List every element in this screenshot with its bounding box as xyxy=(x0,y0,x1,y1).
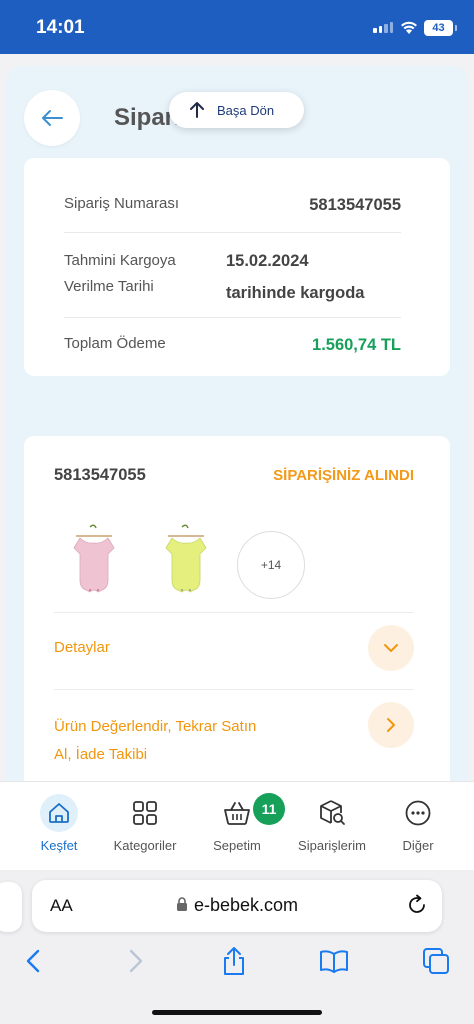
tabs-icon xyxy=(423,948,449,974)
nav-label: Kategoriler xyxy=(113,838,177,853)
divider xyxy=(64,317,401,318)
total-payment-value: 1.560,74 TL xyxy=(312,336,401,354)
package-search-icon xyxy=(313,794,351,832)
details-expand-button[interactable] xyxy=(368,625,414,671)
order-number-value: 5813547055 xyxy=(309,196,401,214)
divider xyxy=(54,612,414,613)
nav-item-kesfet[interactable]: Keşfet xyxy=(14,782,104,871)
nav-item-siparislerim[interactable]: Siparişlerim xyxy=(287,782,377,871)
order-summary-card: Sipariş Numarası 5813547055 Tahmini Karg… xyxy=(24,158,450,376)
nav-item-kategoriler[interactable]: Kategoriler xyxy=(100,782,190,871)
chevron-left-icon xyxy=(26,949,40,973)
nav-label: Sepetim xyxy=(213,838,261,853)
more-products-button[interactable]: +14 xyxy=(237,531,305,599)
share-button[interactable] xyxy=(219,946,249,976)
url-display[interactable]: e-bebek.com xyxy=(32,895,442,916)
grid-icon xyxy=(126,794,164,832)
product-thumbnail-pink[interactable] xyxy=(64,524,124,596)
wifi-icon xyxy=(401,21,417,34)
order-card-number: 5813547055 xyxy=(54,466,146,484)
review-return-button[interactable] xyxy=(368,702,414,748)
nav-label: Siparişlerim xyxy=(298,838,366,853)
divider xyxy=(54,689,414,690)
lock-icon xyxy=(176,897,187,911)
order-number-label: Sipariş Numarası xyxy=(64,195,180,212)
basket-icon xyxy=(218,794,256,832)
details-link[interactable]: Detaylar xyxy=(54,634,110,662)
bookmarks-button[interactable] xyxy=(319,946,349,976)
more-icon xyxy=(399,794,437,832)
url-text: e-bebek.com xyxy=(193,895,299,915)
nav-label: Diğer xyxy=(402,838,434,853)
nav-item-diger[interactable]: Diğer xyxy=(373,782,463,871)
home-indicator[interactable] xyxy=(152,1010,322,1015)
chevron-down-icon xyxy=(384,644,398,652)
cargo-label-line2: Verilme Tarihi xyxy=(64,278,154,295)
back-to-top-label: Başa Dön xyxy=(217,102,275,118)
arrow-left-icon xyxy=(42,110,63,126)
browser-forward-button[interactable] xyxy=(121,946,151,976)
book-icon xyxy=(320,950,348,973)
back-button[interactable] xyxy=(24,90,80,146)
signal-icon xyxy=(373,22,393,33)
status-bar: 14:01 43 xyxy=(0,0,474,54)
divider xyxy=(64,232,401,233)
product-thumbnail-yellow[interactable] xyxy=(156,524,216,596)
back-to-top-button[interactable]: Başa Dön xyxy=(169,92,304,128)
battery-indicator: 43 xyxy=(424,20,457,36)
order-card: 5813547055 SİPARİŞİNİZ ALINDI +14 Detayl… xyxy=(24,436,450,786)
browser-back-button[interactable] xyxy=(18,946,48,976)
nav-label: Keşfet xyxy=(40,838,78,853)
share-icon xyxy=(224,947,244,975)
chevron-right-icon xyxy=(387,718,395,732)
review-return-link-line2[interactable]: Al, İade Takibi xyxy=(54,741,147,769)
home-icon xyxy=(40,794,78,832)
tabs-button[interactable] xyxy=(421,946,451,976)
cargo-date-value: 15.02.2024 xyxy=(226,252,309,270)
order-status-badge: SİPARİŞİNİZ ALINDI xyxy=(273,467,414,484)
chevron-right-icon xyxy=(129,949,143,973)
total-payment-label: Toplam Ödeme xyxy=(64,335,166,352)
address-bar[interactable]: AA e-bebek.com xyxy=(32,880,442,932)
bottom-navigation: Keşfet Kategoriler Sepetim Siparişlerim … xyxy=(0,781,474,870)
cargo-label-line1: Tahmini Kargoya xyxy=(64,252,176,269)
review-return-link-line1[interactable]: Ürün Değerlendir, Tekrar Satın xyxy=(54,713,256,741)
cart-count-badge: 11 xyxy=(253,793,285,825)
status-time: 14:01 xyxy=(36,17,85,38)
cargo-note: tarihinde kargoda xyxy=(226,284,365,302)
reload-icon[interactable] xyxy=(406,894,428,916)
browser-chrome: AA e-bebek.com xyxy=(0,870,474,1024)
web-content: Sipariş Başa Dön Sipariş Numarası 581354… xyxy=(6,66,468,786)
previous-tab-peek[interactable] xyxy=(0,882,22,932)
arrow-up-icon xyxy=(190,102,204,118)
